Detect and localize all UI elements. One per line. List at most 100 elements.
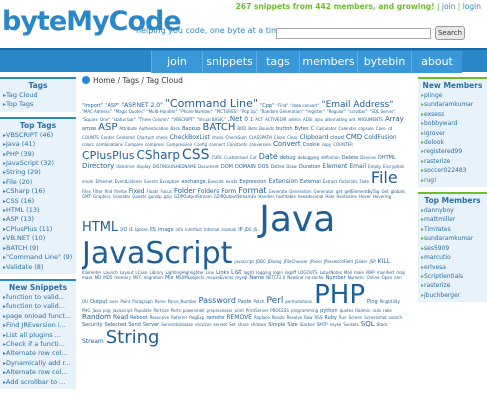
top-tag-link[interactable]: VBSCRIPT (46) — [3, 131, 73, 140]
top-tag-link[interactable]: CSharp (16) — [3, 187, 73, 196]
tag-cloud-item[interactable]: "Pop Up" — [240, 110, 258, 114]
tag-cloud-item[interactable]: Replace — [254, 315, 270, 320]
tag-cloud-item[interactable]: check — [212, 135, 224, 140]
tag-cloud-item[interactable]: jPanel — [310, 260, 322, 264]
new-member-link[interactable]: rug! — [421, 176, 484, 185]
tag-cloud-item[interactable]: CSS — [182, 148, 210, 163]
tag-cloud-item[interactable]: Internal — [204, 227, 219, 232]
home-icon[interactable] — [82, 76, 90, 84]
tag-cloud-item[interactable]: remote — [206, 315, 224, 321]
new-snippet-link[interactable]: function to valid... — [3, 302, 73, 311]
tag-cloud-item[interactable]: "Find" — [276, 103, 288, 108]
top-tag-link[interactable]: File (20) — [3, 178, 73, 187]
tag-cloud-item[interactable]: Element — [323, 163, 348, 170]
search-input[interactable] — [276, 28, 431, 39]
top-member-link[interactable]: mattmiller — [421, 215, 484, 224]
tag-cloud-item[interactable]: MD — [95, 276, 102, 280]
tag-cloud-item[interactable]: Exception — [160, 180, 180, 184]
tag-cloud-item[interactable]: CURL — [212, 156, 223, 160]
tag-cloud-item[interactable]: Document — [198, 164, 219, 169]
tag-cloud-item[interactable]: String — [106, 328, 160, 348]
tag-cloud-item[interactable]: connect — [209, 142, 225, 147]
tag-cloud-item[interactable]: JS — [254, 227, 258, 232]
tag-cloud-item[interactable]: Paste — [238, 299, 252, 305]
tag-cloud-item[interactable]: EventListener — [115, 180, 143, 184]
tag-cloud-item[interactable]: PingUtility — [380, 299, 400, 304]
tag-cloud-item[interactable]: display — [136, 164, 150, 169]
top-tag-link[interactable]: BATCH (9) — [3, 244, 73, 253]
tag-cloud-item[interactable]: "Multi-Handler" — [147, 110, 178, 114]
tag-cloud-item[interactable]: print — [235, 308, 244, 313]
tag-cloud-item[interactable]: enum — [82, 180, 93, 184]
tag-cloud-item[interactable]: Chartuct — [137, 135, 154, 140]
nav-tags[interactable]: tags — [256, 51, 299, 73]
tag-cloud-item[interactable]: Perl — [266, 296, 283, 306]
tag-cloud-item[interactable]: Ping — [367, 299, 378, 305]
tag-cloud-item[interactable]: Row — [304, 315, 312, 320]
tag-cloud-item[interactable]: Dotted — [271, 164, 285, 169]
tag-cloud-item[interactable]: Set — [229, 323, 236, 327]
tag-cloud-item[interactable]: colors — [82, 142, 94, 147]
tag-cloud-item[interactable]: Directory — [82, 162, 114, 170]
tag-cloud-item[interactable]: migration — [144, 276, 163, 280]
tag-cloud-item[interactable]: "Three Column" — [138, 117, 170, 122]
tag-cloud-item[interactable]: BATCH — [202, 123, 235, 134]
new-member-link[interactable]: sundaramkumar — [421, 100, 484, 109]
tag-cloud-item[interactable]: Patch — [253, 299, 264, 304]
tag-cloud-item[interactable]: Run — [339, 315, 347, 320]
tag-cloud-item[interactable]: Bots — [248, 126, 257, 131]
tag-cloud-item[interactable]: javascript — [113, 308, 133, 313]
tag-cloud-item[interactable]: GZIPOutputStream — [174, 195, 212, 199]
tag-cloud-item[interactable]: "Command Line" — [165, 98, 258, 110]
new-member-link[interactable]: registered99 — [421, 147, 484, 156]
tag-cloud-item[interactable]: External — [300, 179, 321, 185]
tag-cloud-item[interactable]: Simple — [268, 323, 285, 329]
top-tag-link[interactable]: JavaScript (32) — [3, 159, 73, 168]
tag-cloud-item[interactable]: KILL — [378, 259, 390, 266]
tag-cloud-item[interactable]: Date — [259, 152, 278, 161]
tag-cloud-item[interactable]: rake — [383, 308, 392, 313]
tag-cloud-item[interactable]: BOD — [237, 126, 246, 131]
tag-cloud-item[interactable]: CMD — [346, 133, 362, 141]
new-member-link[interactable]: plinge — [421, 91, 484, 100]
tag-cloud-item[interactable]: Authentication — [139, 126, 168, 131]
tag-cloud-item[interactable]: "Random Generation" — [260, 110, 304, 114]
tag-cloud-item[interactable]: definition — [321, 156, 340, 160]
breadcrumb-text[interactable]: Home / Tags / Tag Cloud — [93, 76, 183, 85]
tag-cloud-item[interactable]: Ports — [171, 308, 181, 313]
top-member-link[interactable]: rasterize — [421, 281, 484, 290]
top-tag-link[interactable]: String (29) — [3, 168, 73, 177]
tag-cloud-item[interactable]: Stack — [377, 323, 388, 327]
tag-cloud-item[interactable]: JavaScript — [82, 238, 232, 270]
nav-join[interactable]: join — [151, 51, 202, 73]
tag-cloud-item[interactable]: Cookie — [303, 142, 320, 148]
tag-cloud-item[interactable]: info — [176, 227, 184, 232]
new-snippet-link[interactable]: Alternate row col... — [3, 349, 73, 358]
tag-cloud-item[interactable]: JSP — [369, 260, 375, 264]
new-snippet-link[interactable]: Check if a functi... — [3, 340, 73, 349]
tag-cloud-item[interactable]: Constants — [227, 142, 247, 147]
tag-cloud-item[interactable]: permutations — [285, 299, 312, 304]
tag-cloud-item[interactable]: programming — [291, 308, 318, 313]
tag-cloud-item[interactable]: check — [156, 135, 168, 140]
new-member-link[interactable]: Igrover — [421, 129, 484, 138]
tag-cloud-item[interactable]: shdown — [251, 323, 266, 327]
tag-cloud-item[interactable]: Compare — [125, 142, 143, 147]
tag-cloud-item[interactable]: ASP — [98, 123, 117, 134]
tag-cloud-item[interactable]: Graphics — [93, 195, 111, 199]
tag-cloud-item[interactable]: Ruby — [324, 315, 337, 321]
tag-cloud-item[interactable]: "PICTURES" — [215, 110, 238, 114]
top-tag-link[interactable]: ASP (13) — [3, 215, 73, 224]
tag-cloud-item[interactable]: Attribute — [119, 126, 137, 131]
tag-cloud-item[interactable]: quotes — [340, 308, 354, 313]
tag-cloud-item[interactable]: Hovering — [373, 195, 391, 199]
top-member-link[interactable]: erlvesa — [421, 263, 484, 272]
tag-cloud-item[interactable]: "MAC Address" — [82, 110, 112, 114]
tag-cloud-item[interactable]: 1 — [250, 117, 253, 123]
sidebar-tag-link[interactable]: Tag Cloud — [3, 91, 73, 100]
tag-cloud-item[interactable]: Size — [287, 323, 297, 329]
tag-cloud-item[interactable]: JDialog — [268, 260, 282, 264]
tag-cloud-item[interactable]: button — [276, 126, 293, 132]
tag-cloud-item[interactable]: MD5 — [103, 276, 112, 280]
tag-cloud-item[interactable]: CPlusPlus — [82, 150, 134, 162]
